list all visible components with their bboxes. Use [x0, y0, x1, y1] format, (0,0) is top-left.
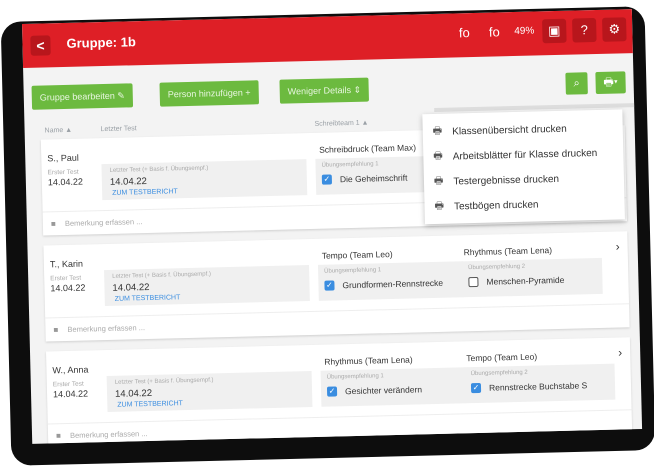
menu-item-worksheets[interactable]: 🖶 Arbeitsblätter für Klasse drucken [433, 145, 597, 166]
print-menu-button[interactable]: 🖶▾ [595, 71, 626, 94]
less-details-button[interactable]: Weniger Details ⇕ [279, 77, 370, 104]
column-header-exercise[interactable]: Schreibteam 1 ▲ [314, 120, 368, 128]
topbar-icons: fo fo 49% ▣ ? ⚙ [452, 17, 627, 45]
exercise-box: Übungsempfehlung 1 ✓ Gesichter verändern [320, 367, 467, 407]
exercise-checkbox[interactable]: ✓ [321, 174, 333, 185]
chevron-left-icon: < [36, 37, 45, 54]
last-test-box: Letzter Test (+ Basis f. Übungsempf.) 14… [104, 265, 310, 307]
column-header-last-test[interactable]: Letzter Test [101, 125, 137, 133]
plus-icon: + [245, 87, 251, 98]
app-screen: < Gruppe: 1b fo fo 49% ▣ ? ⚙ Gruppe bear… [22, 9, 643, 444]
pencil-icon: ✎ [117, 90, 126, 101]
menu-item-test-results[interactable]: 🖶 Testergebnisse drucken [434, 171, 559, 191]
search-icon[interactable]: ⌕ [565, 72, 588, 95]
add-person-button[interactable]: Person hinzufügen + [159, 80, 259, 107]
page-title: Gruppe: 1b [66, 34, 136, 51]
screen-icon[interactable]: ▣ [542, 18, 567, 44]
note-icon: ■ [50, 219, 56, 229]
last-test-box: Letzter Test (+ Basis f. Übungsempf.) 14… [106, 371, 313, 413]
table-row[interactable]: W., Anna Erster Test 14.04.22 Letzter Te… [46, 337, 633, 444]
student-name: S., Paul [47, 152, 79, 164]
battery-status: 49% [514, 25, 535, 37]
printer-icon: 🖶 [432, 125, 443, 137]
exercise-checkbox[interactable]: ✓ [326, 386, 338, 397]
help-button[interactable]: ? [572, 17, 597, 43]
last-test-box: Letzter Test (+ Basis f. Übungsempf.) 14… [101, 159, 308, 201]
test-report-link[interactable]: ZUM TESTBERICHT [112, 188, 178, 197]
expand-chevron-icon[interactable]: › [615, 239, 619, 253]
student-name: W., Anna [52, 364, 89, 376]
expand-chevron-icon[interactable]: › [618, 345, 622, 359]
test-report-link[interactable]: ZUM TESTBERICHT [117, 400, 183, 409]
exercise-box: Übungsempfehlung 1 ✓ Grundformen-Rennstre… [317, 261, 464, 301]
column-header-name[interactable]: Name ▲ [45, 127, 73, 135]
exercise-checkbox[interactable]: ✓ [324, 280, 335, 291]
printer-icon: 🖶 [433, 150, 443, 162]
exercise-checkbox[interactable]: ✓ [470, 382, 482, 394]
top-bar: < Gruppe: 1b fo fo 49% ▣ ? ⚙ [22, 9, 633, 68]
menu-item-class-overview[interactable]: 🖶 Klassenübersicht drucken [433, 121, 567, 141]
printer-icon: 🖶 [603, 76, 614, 89]
table-row[interactable]: T., Karin Erster Test 14.04.22 Letzter T… [43, 231, 630, 342]
note-icon: ■ [53, 325, 59, 335]
exercise-box: Übungsempfehlung 2 Menschen-Pyramide [461, 257, 603, 298]
device-frame: < Gruppe: 1b fo fo 49% ▣ ? ⚙ Gruppe bear… [0, 0, 654, 466]
print-dropdown-menu: 🖶 Klassenübersicht drucken 🖶 Arbeitsblätte… [422, 109, 625, 225]
test-report-link[interactable]: ZUM TESTBERICHT [115, 294, 181, 303]
settings-icon[interactable]: ⚙ [602, 17, 627, 42]
remark-field[interactable]: ■ Bemerkung erfassen ... [45, 303, 630, 341]
exercise-checkbox[interactable] [468, 276, 479, 288]
logo-a-icon[interactable]: fo [452, 21, 477, 46]
note-icon: ■ [55, 431, 62, 441]
back-button[interactable]: < [30, 35, 51, 56]
caret-down-icon: ▾ [613, 76, 618, 89]
student-name: T., Karin [49, 258, 84, 270]
menu-item-test-sheets[interactable]: 🖶 Testbögen drucken [434, 196, 538, 216]
edit-group-button[interactable]: Gruppe bearbeiten ✎ [31, 83, 134, 110]
logo-b-icon[interactable]: fo [482, 20, 507, 45]
collapse-icon: ⇕ [353, 84, 362, 95]
exercise-box: Übungsempfehlung 2 ✓ Rennstrecke Buchstab… [464, 363, 616, 404]
printer-icon: 🖶 [433, 175, 444, 187]
printer-icon: 🖶 [434, 200, 445, 212]
